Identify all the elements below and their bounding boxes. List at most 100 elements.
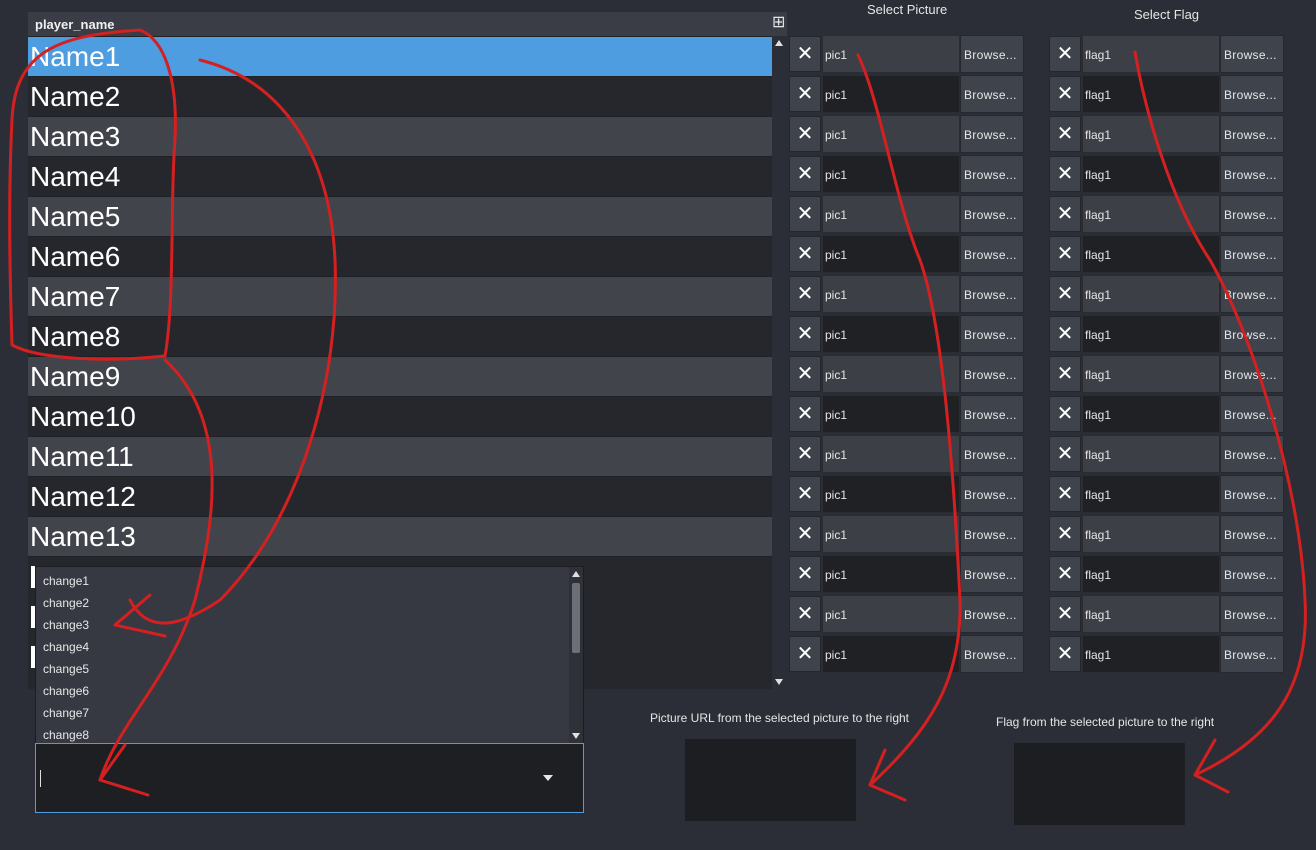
- picture-path-field[interactable]: pic1: [822, 395, 960, 433]
- flag-path-field[interactable]: flag1: [1082, 235, 1220, 273]
- picture-browse-button[interactable]: Browse...: [960, 595, 1024, 633]
- flag-path-field[interactable]: flag1: [1082, 35, 1220, 73]
- close-icon[interactable]: ✕: [1049, 36, 1081, 72]
- table-row[interactable]: Name5: [28, 197, 772, 237]
- table-row[interactable]: Name9: [28, 357, 772, 397]
- close-icon[interactable]: ✕: [789, 116, 821, 152]
- scroll-down-icon[interactable]: [775, 679, 783, 685]
- close-icon[interactable]: ✕: [1049, 276, 1081, 312]
- picture-path-field[interactable]: pic1: [822, 555, 960, 593]
- player-name-cell[interactable]: Name1: [30, 41, 120, 73]
- flag-path-field[interactable]: flag1: [1082, 555, 1220, 593]
- picture-path-field[interactable]: pic1: [822, 235, 960, 273]
- player-name-cell[interactable]: Name8: [30, 321, 120, 353]
- player-name-cell[interactable]: Name10: [30, 401, 136, 433]
- player-name-cell[interactable]: Name13: [30, 521, 136, 553]
- player-name-cell[interactable]: Name5: [30, 201, 120, 233]
- close-icon[interactable]: ✕: [1049, 516, 1081, 552]
- close-icon[interactable]: ✕: [1049, 196, 1081, 232]
- close-icon[interactable]: ✕: [789, 36, 821, 72]
- table-row[interactable]: Name6: [28, 237, 772, 277]
- scroll-up-icon[interactable]: [572, 571, 580, 577]
- close-icon[interactable]: ✕: [1049, 316, 1081, 352]
- table-row[interactable]: Name8: [28, 317, 772, 357]
- table-row[interactable]: Name4: [28, 157, 772, 197]
- picture-browse-button[interactable]: Browse...: [960, 115, 1024, 153]
- dropdown-option[interactable]: change6: [43, 684, 89, 698]
- flag-path-field[interactable]: flag1: [1082, 395, 1220, 433]
- picture-path-field[interactable]: pic1: [822, 635, 960, 673]
- flag-path-field[interactable]: flag1: [1082, 515, 1220, 553]
- picture-browse-button[interactable]: Browse...: [960, 635, 1024, 673]
- table-row[interactable]: Name12: [28, 477, 772, 517]
- flag-path-field[interactable]: flag1: [1082, 635, 1220, 673]
- close-icon[interactable]: ✕: [1049, 116, 1081, 152]
- flag-browse-button[interactable]: Browse...: [1220, 515, 1284, 553]
- picture-browse-button[interactable]: Browse...: [960, 275, 1024, 313]
- picture-path-field[interactable]: pic1: [822, 195, 960, 233]
- scrollbar-thumb[interactable]: [572, 583, 580, 653]
- name-change-combobox[interactable]: [35, 743, 584, 813]
- dropdown-option[interactable]: change5: [43, 662, 89, 676]
- table-row[interactable]: Name3: [28, 117, 772, 157]
- close-icon[interactable]: ✕: [789, 196, 821, 232]
- close-icon[interactable]: ✕: [789, 596, 821, 632]
- close-icon[interactable]: ✕: [789, 76, 821, 112]
- dropdown-scrollbar[interactable]: [569, 567, 583, 743]
- flag-path-field[interactable]: flag1: [1082, 355, 1220, 393]
- player-name-cell[interactable]: Name11: [30, 441, 134, 473]
- scroll-up-icon[interactable]: [775, 40, 783, 46]
- close-icon[interactable]: ✕: [789, 516, 821, 552]
- close-icon[interactable]: ✕: [789, 276, 821, 312]
- picture-path-field[interactable]: pic1: [822, 275, 960, 313]
- column-menu-icon[interactable]: ⊞: [772, 12, 787, 37]
- dropdown-option[interactable]: change2: [43, 596, 89, 610]
- flag-browse-button[interactable]: Browse...: [1220, 235, 1284, 273]
- flag-browse-button[interactable]: Browse...: [1220, 35, 1284, 73]
- dropdown-option[interactable]: change7: [43, 706, 89, 720]
- flag-path-field[interactable]: flag1: [1082, 435, 1220, 473]
- picture-browse-button[interactable]: Browse...: [960, 355, 1024, 393]
- flag-path-field[interactable]: flag1: [1082, 275, 1220, 313]
- close-icon[interactable]: ✕: [789, 356, 821, 392]
- close-icon[interactable]: ✕: [1049, 556, 1081, 592]
- flag-browse-button[interactable]: Browse...: [1220, 635, 1284, 673]
- flag-browse-button[interactable]: Browse...: [1220, 275, 1284, 313]
- flag-browse-button[interactable]: Browse...: [1220, 435, 1284, 473]
- picture-path-field[interactable]: pic1: [822, 435, 960, 473]
- dropdown-option[interactable]: change1: [43, 574, 89, 588]
- flag-browse-button[interactable]: Browse...: [1220, 475, 1284, 513]
- close-icon[interactable]: ✕: [1049, 476, 1081, 512]
- close-icon[interactable]: ✕: [789, 156, 821, 192]
- dropdown-option[interactable]: change4: [43, 640, 89, 654]
- combo-dropdown-list[interactable]: change1 change2 change3 change4 change5 chang…: [35, 566, 584, 744]
- player-name-cell[interactable]: Name4: [30, 161, 120, 193]
- picture-path-field[interactable]: pic1: [822, 515, 960, 553]
- player-name-cell[interactable]: Name7: [30, 281, 120, 313]
- dropdown-option[interactable]: change8: [43, 728, 89, 742]
- picture-browse-button[interactable]: Browse...: [960, 155, 1024, 193]
- picture-path-field[interactable]: pic1: [822, 35, 960, 73]
- flag-browse-button[interactable]: Browse...: [1220, 115, 1284, 153]
- picture-path-field[interactable]: pic1: [822, 595, 960, 633]
- player-name-cell[interactable]: Name12: [30, 481, 136, 513]
- close-icon[interactable]: ✕: [789, 396, 821, 432]
- flag-path-field[interactable]: flag1: [1082, 315, 1220, 353]
- flag-browse-button[interactable]: Browse...: [1220, 155, 1284, 193]
- picture-browse-button[interactable]: Browse...: [960, 395, 1024, 433]
- picture-browse-button[interactable]: Browse...: [960, 475, 1024, 513]
- picture-browse-button[interactable]: Browse...: [960, 315, 1024, 353]
- table-row[interactable]: Name13: [28, 517, 772, 557]
- picture-browse-button[interactable]: Browse...: [960, 195, 1024, 233]
- table-row[interactable]: Name10: [28, 397, 772, 437]
- table-row[interactable]: Name2: [28, 77, 772, 117]
- close-icon[interactable]: ✕: [1049, 636, 1081, 672]
- close-icon[interactable]: ✕: [1049, 396, 1081, 432]
- table-scrollbar[interactable]: [772, 36, 787, 689]
- picture-browse-button[interactable]: Browse...: [960, 555, 1024, 593]
- table-row[interactable]: Name1: [28, 37, 772, 77]
- table-row[interactable]: Name11: [28, 437, 772, 477]
- flag-path-field[interactable]: flag1: [1082, 155, 1220, 193]
- close-icon[interactable]: ✕: [789, 436, 821, 472]
- player-name-cell[interactable]: Name9: [30, 361, 120, 393]
